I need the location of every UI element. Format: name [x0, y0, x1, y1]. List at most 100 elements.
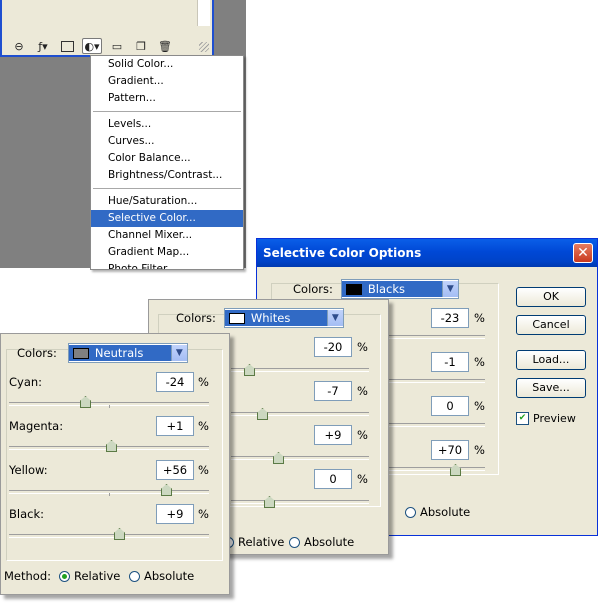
relative-radio[interactable]: [59, 570, 70, 582]
chevron-down-icon[interactable]: ▼: [441, 281, 458, 297]
black-value-field[interactable]: +70: [431, 440, 469, 460]
menu-item[interactable]: Gradient Map...: [91, 244, 243, 261]
cancel-button[interactable]: Cancel: [516, 315, 586, 335]
colors-label: Colors:: [176, 311, 216, 325]
cyan-slider-track[interactable]: [387, 335, 485, 339]
black-value-field[interactable]: +9: [156, 504, 194, 524]
cyan-value-field[interactable]: -20: [314, 337, 352, 357]
cyan-value-field[interactable]: -23: [431, 308, 469, 328]
folder-icon[interactable]: ▭: [108, 39, 126, 53]
method-relative-option[interactable]: Relative: [59, 569, 120, 583]
magenta-slider-track[interactable]: [231, 412, 369, 416]
menu-item[interactable]: Color Balance...: [91, 150, 243, 167]
cyan-value-field[interactable]: -24: [156, 372, 194, 392]
percent-label: %: [198, 463, 209, 477]
yellow-slider-track[interactable]: [387, 423, 485, 427]
method-relative-option[interactable]: Relative: [223, 535, 284, 549]
menu-item[interactable]: Brightness/Contrast...: [91, 167, 243, 184]
yellow-value-field[interactable]: 0: [431, 396, 469, 416]
absolute-label: Absolute: [144, 569, 195, 583]
absolute-radio[interactable]: [405, 506, 416, 518]
link-icon[interactable]: ⊖: [10, 39, 28, 53]
method-absolute-option[interactable]: Absolute: [289, 535, 354, 549]
method-absolute-option[interactable]: Absolute: [129, 569, 194, 583]
resize-grip[interactable]: [199, 42, 209, 52]
close-icon: ✕: [577, 245, 589, 261]
preview-checkbox[interactable]: ✔: [516, 412, 529, 425]
colors-row-neutrals: Colors: Neutrals ▼: [17, 343, 188, 363]
yellow-value-field[interactable]: +9: [314, 425, 352, 445]
percent-label: %: [357, 428, 368, 442]
colors-dropdown[interactable]: Whites ▼: [223, 308, 344, 328]
adjustment-layer-icon[interactable]: ◐▾: [82, 38, 102, 54]
preview-option[interactable]: ✔ Preview: [516, 412, 576, 425]
trash-icon[interactable]: 🗑: [156, 39, 174, 53]
save-button[interactable]: Save...: [516, 378, 586, 398]
absolute-label: Absolute: [304, 535, 355, 549]
black-slider-track[interactable]: [9, 534, 209, 538]
menu-separator: [93, 111, 241, 112]
chevron-down-icon[interactable]: ▼: [170, 345, 187, 361]
colors-dropdown[interactable]: Neutrals ▼: [67, 343, 188, 363]
magenta-value-field[interactable]: -7: [314, 381, 352, 401]
percent-label: %: [474, 399, 485, 413]
percent-label: %: [357, 384, 368, 398]
layer-style-icon[interactable]: ƒ▾: [34, 39, 52, 53]
menu-item[interactable]: Curves...: [91, 133, 243, 150]
menu-item[interactable]: Levels...: [91, 116, 243, 133]
yellow-slider-track[interactable]: [231, 456, 369, 460]
black-label: Black:: [9, 507, 44, 521]
magenta-slider-track[interactable]: [387, 379, 485, 383]
menu-item-selected[interactable]: Selective Color...: [91, 210, 243, 227]
percent-label: %: [474, 311, 485, 325]
black-slider-track[interactable]: [231, 500, 369, 504]
yellow-value-field[interactable]: +56: [156, 460, 194, 480]
new-layer-icon[interactable]: ❐: [132, 39, 150, 53]
black-value-field[interactable]: 0: [314, 469, 352, 489]
menu-item[interactable]: Pattern...: [91, 90, 243, 107]
ok-button[interactable]: OK: [516, 287, 586, 307]
colors-dropdown-value: Whites: [224, 310, 327, 326]
magenta-value-field[interactable]: +1: [156, 416, 194, 436]
method-absolute-option[interactable]: Absolute: [405, 505, 470, 519]
preview-label: Preview: [533, 412, 576, 425]
relative-label: Relative: [74, 569, 121, 583]
dialog-title: Selective Color Options: [263, 246, 422, 260]
color-swatch: [228, 312, 245, 324]
percent-label: %: [474, 355, 485, 369]
menu-item[interactable]: Channel Mixer...: [91, 227, 243, 244]
neutrals-panel: Colors: Neutrals ▼ Cyan: -24 % Magenta: …: [0, 333, 230, 595]
dialog-titlebar[interactable]: Selective Color Options ✕: [257, 239, 597, 267]
menu-item[interactable]: Hue/Saturation...: [91, 193, 243, 210]
absolute-radio[interactable]: [129, 570, 140, 582]
absolute-radio[interactable]: [289, 536, 300, 548]
layers-scrollbar[interactable]: [197, 0, 210, 26]
percent-label: %: [198, 375, 209, 389]
percent-label: %: [198, 507, 209, 521]
colors-label: Colors:: [293, 282, 333, 296]
absolute-label: Absolute: [420, 505, 471, 519]
colors-selected: Whites: [250, 311, 291, 325]
colors-dropdown[interactable]: Blacks ▼: [340, 279, 459, 299]
method-label: Method:: [4, 569, 52, 583]
colors-selected: Blacks: [367, 282, 405, 296]
colors-row-whites: Colors: Whites ▼: [176, 308, 344, 328]
colors-selected: Neutrals: [94, 346, 144, 360]
black-slider-track[interactable]: [387, 467, 485, 471]
mask-icon[interactable]: [58, 39, 76, 53]
percent-label: %: [198, 419, 209, 433]
relative-label: Relative: [238, 535, 285, 549]
magenta-value-field[interactable]: -1: [431, 352, 469, 372]
close-button[interactable]: ✕: [573, 243, 593, 263]
menu-item[interactable]: Solid Color...: [91, 56, 243, 73]
chevron-down-icon[interactable]: ▼: [326, 310, 343, 326]
yellow-label: Yellow:: [9, 463, 48, 477]
colors-row-blacks: Colors: Blacks ▼: [293, 279, 459, 299]
percent-label: %: [474, 443, 485, 457]
cyan-label: Cyan:: [9, 375, 43, 389]
colors-label: Colors:: [17, 346, 57, 360]
adjustment-menu: Solid Color... Gradient... Pattern... Le…: [90, 55, 244, 270]
load-button[interactable]: Load...: [516, 350, 586, 370]
menu-item[interactable]: Gradient...: [91, 73, 243, 90]
menu-item[interactable]: Photo Filter...: [91, 261, 243, 269]
